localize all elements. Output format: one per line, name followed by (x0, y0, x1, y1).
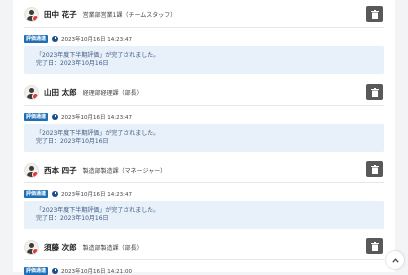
message-text: 「2023年度下半期評価」が完了されました。 (36, 130, 160, 137)
notification-card: 田中 花子 営業部営業1課（チームスタッフ） 評価通達 2023年10月16日 … (13, 0, 395, 77)
notification-card: 須藤 次郎 製造部製造課（部長） 評価通達 2023年10月16日 14:21:… (13, 233, 395, 275)
category-badge: 評価通達 (24, 112, 49, 121)
notification-header: 山田 太郎 経理部経理課（部長） (24, 84, 143, 100)
delete-button[interactable] (366, 161, 383, 177)
category-badge: 評価通達 (24, 189, 49, 198)
user-avatar-icon (24, 84, 39, 100)
status-dot (32, 92, 38, 99)
clock-icon (52, 113, 59, 120)
completion-date: 完了日：2023年10月16日 (36, 138, 109, 145)
notification-card: 西本 四子 製造部製造課（マネージャー） 評価通達 2023年10月16日 14… (13, 156, 395, 233)
divider (24, 259, 384, 260)
message-text: 「2023年度下半期評価」が完了されました。 (36, 52, 160, 59)
user-name[interactable]: 山田 太郎 (44, 87, 77, 98)
divider (24, 182, 384, 183)
trash-icon (370, 87, 379, 97)
trash-icon (370, 9, 379, 19)
delete-button[interactable] (366, 84, 383, 100)
user-department: 製造部製造課（マネージャー） (82, 167, 167, 175)
notification-message: 「2023年度下半期評価」が完了されました。 完了日：2023年10月16日 (24, 124, 384, 152)
chevron-up-icon (391, 257, 399, 263)
timestamp: 2023年10月16日 14:23:47 (61, 114, 132, 121)
user-name[interactable]: 田中 花子 (44, 9, 77, 20)
divider (24, 105, 384, 106)
timestamp: 2023年10月16日 14:21:00 (61, 268, 132, 275)
user-name[interactable]: 西本 四子 (44, 165, 77, 176)
notification-header: 西本 四子 製造部製造課（マネージャー） (24, 162, 166, 178)
notification-meta: 評価通達 2023年10月16日 14:21:00 (24, 266, 132, 275)
user-avatar-icon (24, 239, 39, 255)
timestamp: 2023年10月16日 14:23:47 (61, 36, 132, 43)
user-department: 営業部営業1課（チームスタッフ） (82, 11, 177, 19)
delete-button[interactable] (366, 6, 383, 22)
user-department: 経理部経理課（部長） (82, 89, 143, 97)
notification-card: 山田 太郎 経理部経理課（部長） 評価通達 2023年10月16日 14:23:… (13, 78, 395, 155)
status-dot (32, 14, 38, 21)
category-badge: 評価通達 (24, 34, 49, 43)
user-department: 製造部製造課（部長） (82, 244, 143, 252)
trash-icon (370, 241, 379, 251)
user-name[interactable]: 須藤 次郎 (44, 242, 77, 253)
notification-meta: 評価通達 2023年10月16日 14:23:47 (24, 34, 132, 43)
user-avatar-icon (24, 162, 39, 178)
notification-message: 「2023年度下半期評価」が完了されました。 完了日：2023年10月16日 (24, 46, 384, 74)
category-badge: 評価通達 (24, 266, 49, 275)
status-dot (32, 170, 38, 177)
notification-header: 須藤 次郎 製造部製造課（部長） (24, 239, 143, 255)
user-avatar-icon (24, 6, 39, 22)
completion-date: 完了日：2023年10月16日 (36, 215, 109, 222)
delete-button[interactable] (366, 238, 383, 254)
scroll-to-top-button[interactable] (386, 251, 404, 269)
notification-meta: 評価通達 2023年10月16日 14:23:47 (24, 189, 132, 198)
notification-panel: 田中 花子 営業部営業1課（チームスタッフ） 評価通達 2023年10月16日 … (13, 0, 395, 275)
message-text: 「2023年度下半期評価」が完了されました。 (36, 207, 160, 214)
completion-date: 完了日：2023年10月16日 (36, 60, 109, 67)
trash-icon (370, 164, 379, 174)
clock-icon (52, 267, 59, 274)
clock-icon (52, 190, 59, 197)
notification-message: 「2023年度下半期評価」が完了されました。 完了日：2023年10月16日 (24, 201, 384, 229)
clock-icon (52, 35, 59, 42)
timestamp: 2023年10月16日 14:23:47 (61, 191, 132, 198)
status-dot (32, 247, 38, 254)
divider (24, 27, 384, 28)
notification-header: 田中 花子 営業部営業1課（チームスタッフ） (24, 6, 176, 22)
notification-meta: 評価通達 2023年10月16日 14:23:47 (24, 112, 132, 121)
